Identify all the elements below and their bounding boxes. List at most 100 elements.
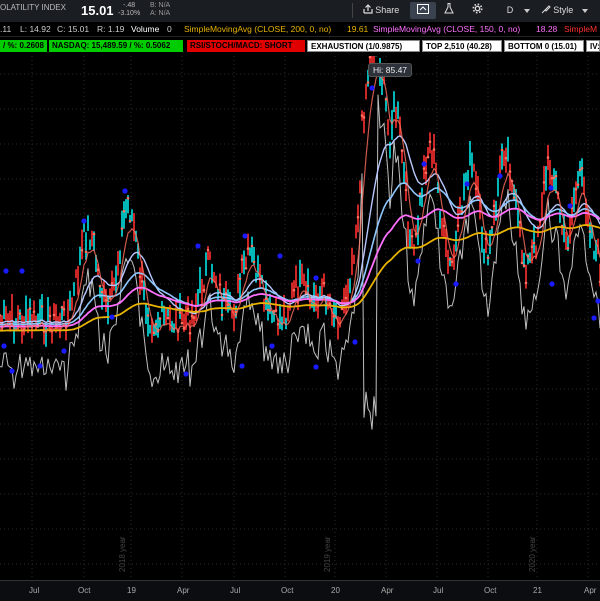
studies-button[interactable] [438,2,460,19]
pivot-dot [313,275,319,281]
chevron-down-icon [582,9,588,13]
bid-value: B: N/A [150,2,171,9]
style-button[interactable]: Style [536,2,578,19]
style-label: Style [553,5,574,15]
close-value: C: 15.01 [57,24,90,34]
sma-next-label[interactable]: SimpleM [564,24,597,34]
salmon-marker [322,281,326,285]
salmon-marker [580,166,584,170]
pivot-dot [352,339,358,345]
salmon-marker [530,245,534,248]
salmon-marker [202,288,206,292]
style-dropdown[interactable] [580,2,590,19]
pivot-dot [415,258,421,264]
salmon-marker [18,312,22,315]
pivot-dot [109,314,115,320]
salmon-marker [146,314,150,317]
x-tick: Oct [281,586,294,595]
x-tick: Jul [230,586,241,595]
salmon-marker [180,321,184,325]
salmon-marker [292,288,296,292]
pivot-dot [37,363,43,369]
salmon-marker [140,280,144,283]
salmon-marker [98,284,102,288]
pivot-dot [548,185,554,191]
price-change: -.48 -3.10% [118,2,140,18]
chevron-down-icon [524,9,530,13]
exhaustion-badge[interactable]: EXHAUSTION (1/0.9875) [307,40,420,52]
gear-icon [472,3,482,14]
salmon-marker [252,260,256,264]
salmon-marker [500,148,504,152]
pivot-dots [1,85,600,377]
top-toolbar: OLATILITY INDEX 15.01 -.48 -3.10% B: N/A… [0,0,600,23]
x-tick: 20 [331,586,340,595]
salmon-marker [0,314,2,317]
x-tick: Apr [381,586,394,595]
open-value: .11 [0,24,12,34]
salmon-marker [154,322,158,326]
time-axis[interactable]: Jul Oct 19 Apr Jul Oct 20 Apr Jul Oct 21… [0,580,600,601]
salmon-marker [508,170,512,173]
top-badge[interactable]: TOP 2,510 (40.28) [422,40,502,52]
volume-label[interactable]: Volume [131,24,159,34]
salmon-marker [238,277,242,281]
aggregation-dropdown[interactable] [522,2,532,19]
ask-value: A: N/A [150,10,171,17]
x-tick: Oct [78,586,91,595]
salmon-marker [52,313,56,317]
salmon-marker [48,314,52,318]
salmon-marker [138,275,142,279]
pivot-dot [269,343,275,349]
nasdaq-badge[interactable]: NASDAQ: 15,489.59 / %: 0.5062 [49,40,183,52]
salmon-marker [448,258,452,261]
pivot-dot [464,181,470,187]
sma150-value: 18.28 [536,24,558,34]
pivot-dot [19,268,25,274]
salmon-marker [274,309,278,312]
index-badge[interactable]: / %: 0.2608 [0,40,47,52]
pivot-dot [277,253,283,259]
sma150-label[interactable]: SimpleMovingAvg (CLOSE, 150, 0, no) [373,24,520,34]
bottom-badge[interactable]: BOTTOM 0 (15.01) [504,40,584,52]
salmon-marker [40,305,44,308]
chart-grid [0,56,600,580]
salmon-marker [524,281,528,285]
share-button[interactable]: Share [358,2,404,19]
salmon-marker [576,183,580,186]
sma-light-blue-line [0,182,600,326]
drawings-icon [417,4,429,14]
salmon-marker [60,306,64,309]
rsi-stoch-macd-badge[interactable]: RSI/STOCH/MACD: SHORT [187,40,305,52]
salmon-marker [32,310,36,313]
sma200-label[interactable]: SimpleMovingAvg (CLOSE, 200, 0, no) [184,24,331,34]
pivot-dot [81,218,87,224]
price-chart[interactable] [0,56,600,580]
bid-ask: B: N/A A: N/A [150,2,170,18]
settings-button[interactable] [466,2,488,19]
salmon-marker [490,226,494,229]
pivot-dot [183,371,189,377]
low-value: L: 14.92 [20,24,51,34]
salmon-marker [566,247,570,250]
aggregation-label: D [506,5,514,15]
salmon-marker [344,296,348,300]
salmon-marker [126,196,130,200]
salmon-marker [404,188,408,192]
salmon-marker [400,149,404,153]
toolbar-divider [352,3,353,18]
salmon-marker [366,81,370,84]
drawing-tools-button[interactable] [410,2,436,19]
year-marker-2020: 2020 year [528,536,537,572]
symbol-name[interactable]: OLATILITY INDEX [0,3,66,12]
aggregation-period[interactable]: D [500,2,520,19]
iv-badge[interactable]: IV: 9 [586,40,600,52]
study-badges: / %: 0.2608 NASDAQ: 15,489.59 / %: 0.506… [0,38,600,54]
salmon-marker [206,248,210,252]
salmon-marker [546,156,550,159]
salmon-marker [428,140,432,143]
salmon-marker [306,284,310,288]
share-label: Share [375,5,400,15]
salmon-marker [192,316,196,320]
salmon-marker [450,260,454,264]
